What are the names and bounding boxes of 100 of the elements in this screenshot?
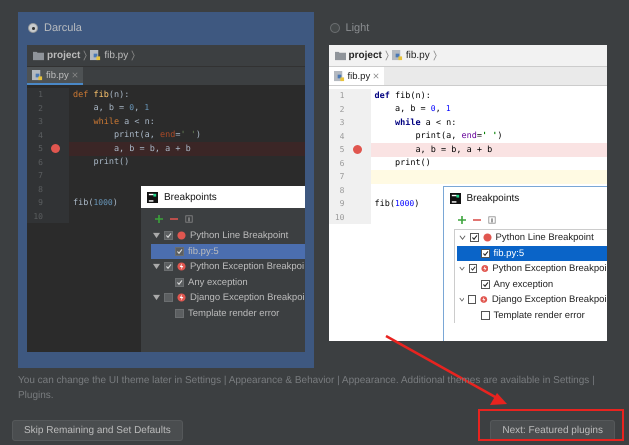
breakpoint-dot-icon xyxy=(482,233,492,242)
checkbox[interactable] xyxy=(164,293,173,302)
folder-icon xyxy=(334,50,346,61)
checkbox[interactable] xyxy=(468,295,476,304)
code-line: fib(1000) xyxy=(73,198,118,208)
tree-row[interactable]: Python Line Breakpoint xyxy=(151,228,305,244)
theme-name: Light xyxy=(346,22,370,34)
line-number: 2 xyxy=(338,104,344,114)
checkbox[interactable] xyxy=(164,262,173,272)
code-line: a, b = 0, 1 xyxy=(394,104,451,114)
remove-icon[interactable] xyxy=(472,216,480,224)
tree-row[interactable]: Python Exception Breakpoi xyxy=(456,261,606,276)
code-line: print(a, end=' ') xyxy=(414,131,502,142)
group-icon[interactable] xyxy=(488,216,496,224)
checkbox[interactable] xyxy=(480,248,490,258)
checkbox[interactable] xyxy=(480,310,490,320)
skip-button[interactable]: Skip Remaining and Set Defaults xyxy=(12,420,183,441)
add-icon[interactable] xyxy=(155,215,163,223)
close-icon[interactable] xyxy=(373,73,380,79)
group-icon[interactable] xyxy=(185,215,193,223)
remove-icon[interactable] xyxy=(170,215,178,223)
app-logo-icon xyxy=(147,192,158,202)
breadcrumb[interactable]: fib.py xyxy=(104,50,128,61)
file-tab[interactable]: fib.py xyxy=(328,67,384,85)
breakpoint-icon[interactable] xyxy=(51,144,60,154)
checkbox[interactable] xyxy=(468,264,477,274)
line-number: 6 xyxy=(338,158,344,168)
python-file-icon xyxy=(392,50,403,61)
next-button[interactable]: Next: Featured plugins xyxy=(490,420,615,441)
tree-row[interactable]: Any exception xyxy=(456,276,606,292)
lightning-dot-icon xyxy=(177,262,186,272)
code-line: a, b = 0, 1 xyxy=(92,103,150,114)
tree-label: fib.py:5 xyxy=(188,246,219,257)
dialog-title: Breakpoints xyxy=(164,192,217,202)
tree-row[interactable]: Template render error xyxy=(151,306,305,321)
tree-label: Python Exception Breakpoi xyxy=(492,263,606,274)
tree-row[interactable]: Django Exception Breakpoi xyxy=(456,292,606,308)
checkbox[interactable] xyxy=(175,308,184,318)
tree-label: Django Exception Breakpoi xyxy=(492,294,606,306)
tab-label: fib.py xyxy=(348,70,370,82)
code-line: while a < n: xyxy=(394,118,456,128)
code-line: fib(1000) xyxy=(374,198,420,209)
theme-card[interactable] xyxy=(18,12,314,368)
expanded-caret-icon[interactable] xyxy=(458,234,466,242)
lightning-dot-icon xyxy=(480,264,488,274)
expanded-caret-icon[interactable] xyxy=(458,296,464,304)
chevron-icon xyxy=(432,50,437,61)
line-number: 3 xyxy=(338,118,344,128)
tree-label: Python Line Breakpoint xyxy=(190,230,288,242)
line-number: 4 xyxy=(338,132,344,141)
code-line: a, b = b, a + b xyxy=(112,144,191,154)
checkbox[interactable] xyxy=(480,280,490,289)
expanded-caret-icon[interactable] xyxy=(458,265,465,272)
tree-row[interactable]: Any exception xyxy=(151,274,305,290)
theme-name: Darcula xyxy=(44,22,82,34)
tree-row[interactable]: Python Line Breakpoint xyxy=(456,230,606,246)
line-number: 9 xyxy=(338,199,344,208)
tree-label: fib.py:5 xyxy=(494,248,524,259)
tree-label: Template render error xyxy=(494,310,585,321)
code-line: def fib(n): xyxy=(374,90,431,101)
python-file-icon xyxy=(334,70,344,82)
radio-button[interactable] xyxy=(28,23,38,33)
chevron-icon xyxy=(131,50,136,61)
code-line: def fib(n): xyxy=(73,90,130,100)
file-tab[interactable]: fib.py xyxy=(27,67,83,85)
tree-row[interactable]: Django Exception Breakpoi xyxy=(151,290,305,306)
line-number: 7 xyxy=(338,172,344,182)
tree-label: Django Exception Breakpoi xyxy=(190,292,305,304)
checkbox[interactable] xyxy=(175,246,184,256)
expanded-caret-icon[interactable] xyxy=(153,294,160,302)
app-logo-icon xyxy=(450,192,460,204)
line-number: 10 xyxy=(334,212,344,222)
tree-row[interactable]: fib.py:5 xyxy=(456,246,606,261)
add-icon[interactable] xyxy=(458,216,466,224)
checkbox[interactable] xyxy=(175,278,184,287)
expanded-caret-icon[interactable] xyxy=(153,232,160,240)
tree-label: Python Exception Breakpoi xyxy=(190,261,304,272)
breadcrumb[interactable]: project xyxy=(348,50,382,61)
tree-row[interactable]: Template render error xyxy=(456,308,606,323)
lightning-dot-icon xyxy=(480,295,488,304)
code-line: while a < n: xyxy=(92,116,155,127)
line-number: 1 xyxy=(338,91,344,100)
breadcrumb[interactable]: project xyxy=(47,50,80,61)
chevron-icon xyxy=(83,50,88,61)
dialog-title: Breakpoints xyxy=(466,192,520,204)
folder-icon xyxy=(33,50,44,61)
code-line: a, b = b, a + b xyxy=(414,144,492,155)
line-number: 8 xyxy=(338,186,344,195)
tab-label: fib.py xyxy=(46,70,69,80)
expanded-caret-icon[interactable] xyxy=(153,263,160,270)
line-number: 5 xyxy=(338,145,344,154)
checkbox[interactable] xyxy=(470,233,478,242)
checkbox[interactable] xyxy=(164,231,173,240)
breakpoint-icon[interactable] xyxy=(352,145,362,154)
code-line: print(a, end=' ') xyxy=(112,130,201,140)
tree-row[interactable]: Python Exception Breakpoi xyxy=(151,259,305,274)
breadcrumb[interactable]: fib.py xyxy=(406,50,430,61)
breakpoint-dot-icon xyxy=(177,231,186,240)
radio-button[interactable] xyxy=(330,23,340,33)
tree-label: Template render error xyxy=(188,308,280,319)
